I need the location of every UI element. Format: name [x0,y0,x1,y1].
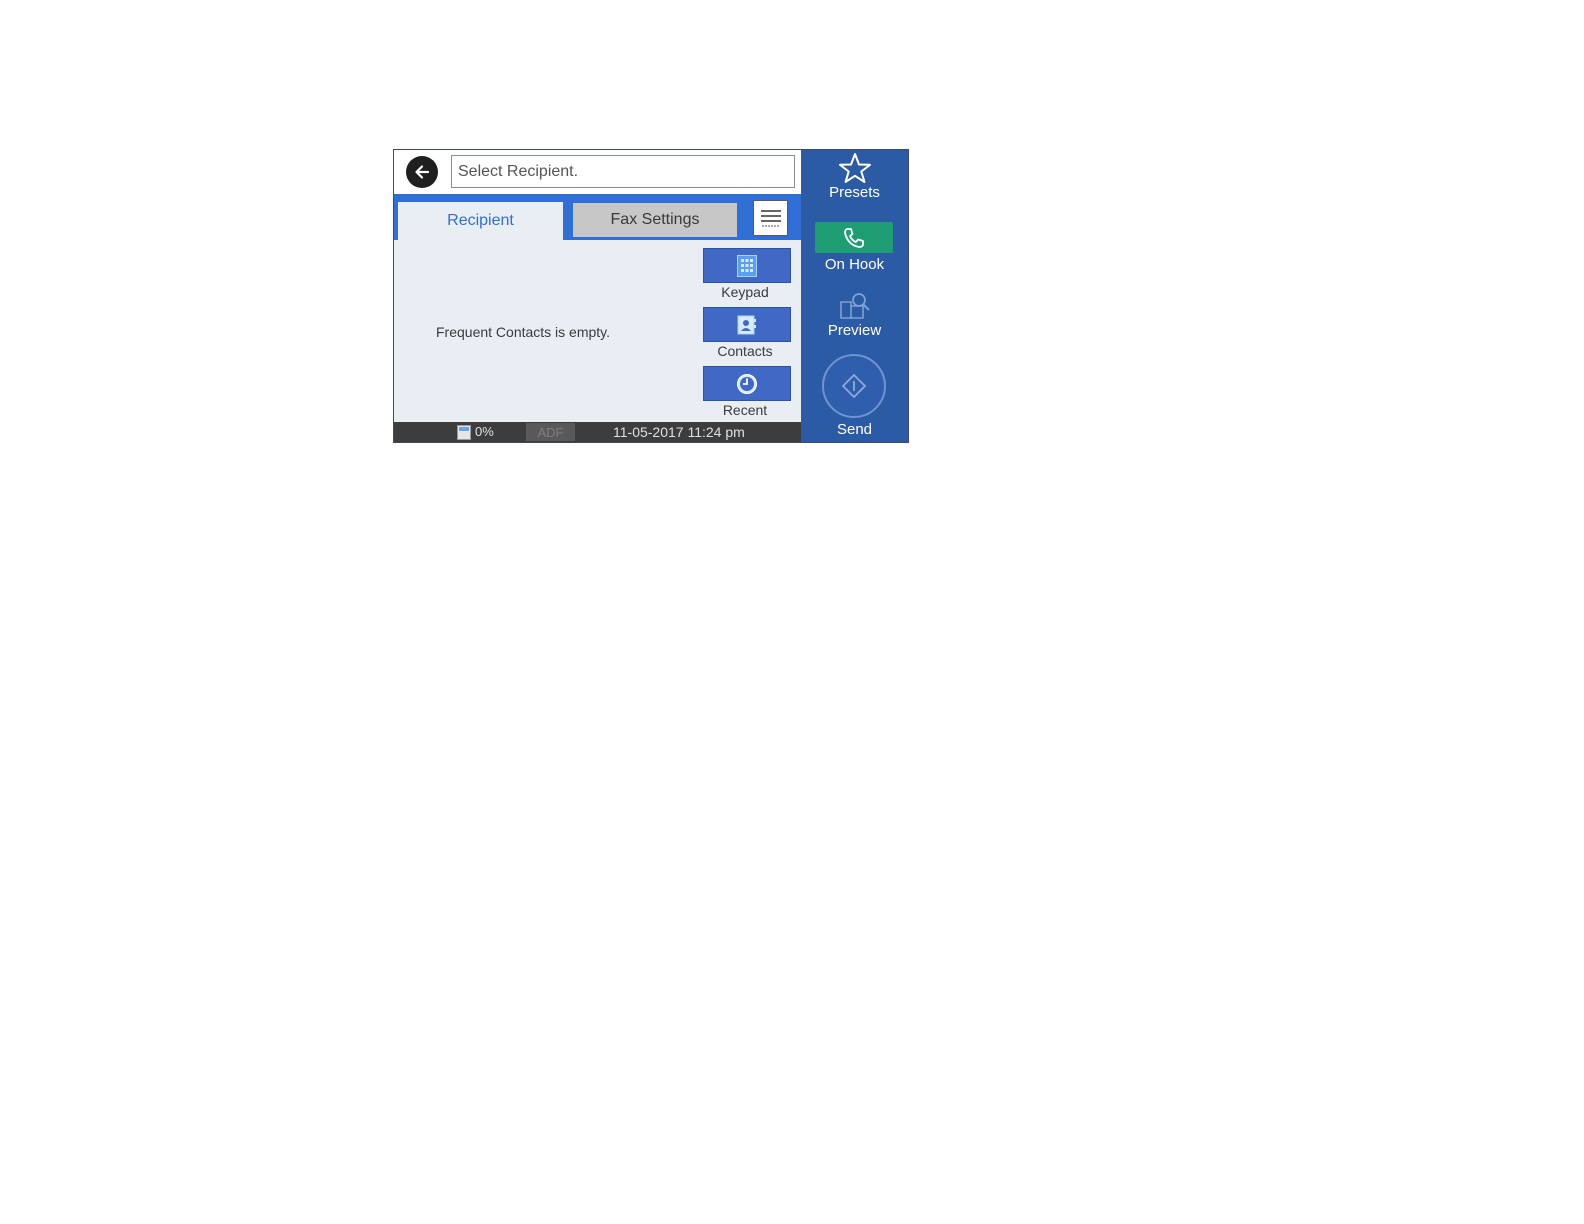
send-circle [822,354,886,418]
empty-message: Frequent Contacts is empty. [436,324,611,340]
send-label: Send [836,421,873,438]
ink-cartridge-icon [457,425,471,440]
adf-badge: ADF [526,423,575,441]
star-icon [838,153,871,183]
recent-button[interactable] [703,366,791,401]
preview-icon [839,293,870,319]
list-menu-icon [760,210,781,227]
on-hook-label: On Hook [824,256,885,273]
tab-recipient[interactable]: Recipient [398,202,563,240]
status-bar: 0% ADF 11-05-2017 11:24 pm [394,422,801,442]
preview-label: Preview [827,322,882,339]
datetime: 11-05-2017 11:24 pm [613,424,745,440]
keypad-icon [737,254,757,277]
recent-label: Recent [722,402,768,418]
clock-icon [737,373,757,394]
tab-label: Fax Settings [610,211,700,228]
main-area: Recipient Fax Settings Frequent Contacts… [394,150,801,442]
on-hook-button[interactable]: On Hook [801,222,908,278]
preview-button[interactable]: Preview [801,290,908,346]
contacts-button[interactable] [703,307,791,342]
frequent-contacts-area: Frequent Contacts is empty. Keypad Conta… [394,240,801,422]
diamond-start-icon [841,373,867,399]
on-hook-tile [815,222,893,253]
top-bar [394,150,801,194]
tab-fax-settings[interactable]: Fax Settings [573,203,737,237]
ink-level: 0% [475,424,494,439]
back-button[interactable] [406,156,438,188]
keypad-label: Keypad [721,284,769,300]
keypad-button[interactable] [703,248,791,283]
presets-label: Presets [829,184,880,201]
arrow-left-icon [415,165,430,179]
presets-button[interactable]: Presets [801,152,908,208]
contacts-icon [737,315,756,334]
fax-recipient-panel: Recipient Fax Settings Frequent Contacts… [393,149,909,443]
tab-bar: Recipient Fax Settings [394,194,801,240]
contacts-label: Contacts [717,343,773,359]
phone-icon [844,227,864,248]
send-button[interactable]: Send [801,354,908,442]
menu-button[interactable] [753,200,788,236]
right-action-column: Presets On Hook Preview Send [801,150,908,442]
tab-label: Recipient [447,212,514,229]
recipient-input[interactable] [451,155,795,188]
